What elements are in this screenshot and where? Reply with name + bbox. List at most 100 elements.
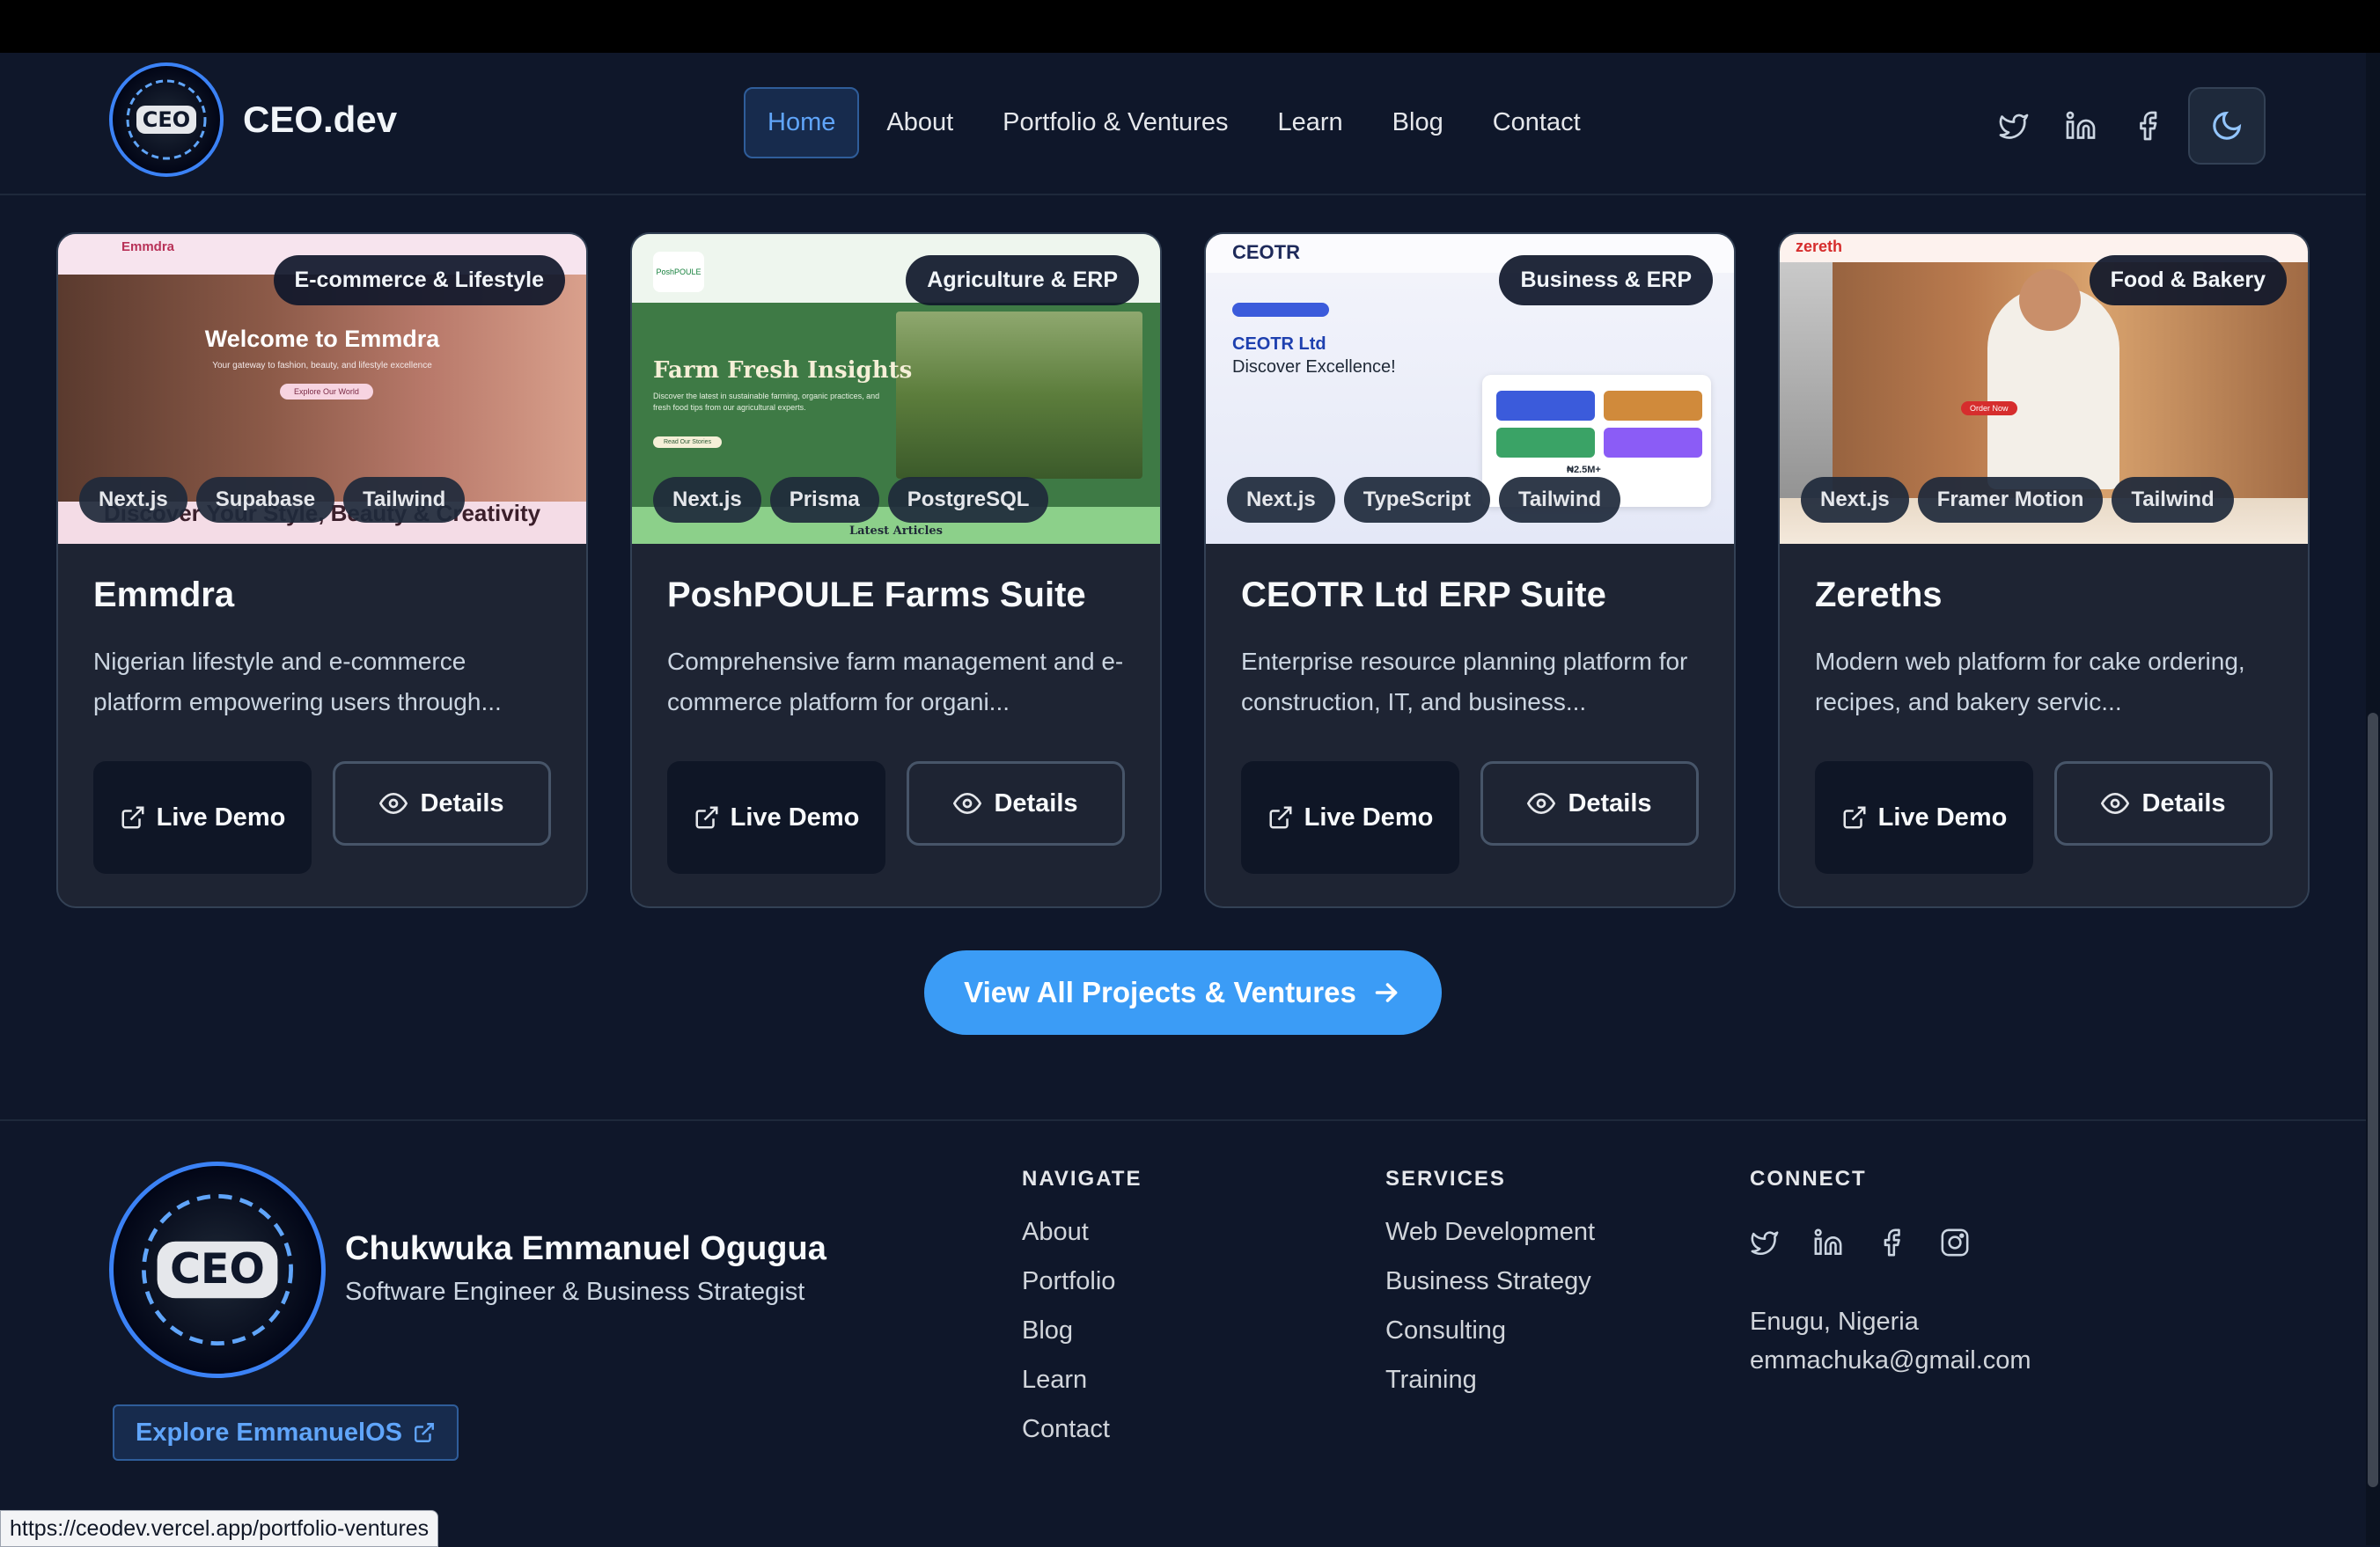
scrollbar-thumb[interactable] bbox=[2368, 713, 2378, 1487]
footer-link-learn[interactable]: Learn bbox=[1022, 1366, 1142, 1415]
footer-logo: CEO bbox=[109, 1162, 326, 1378]
project-title: PoshPOULE Farms Suite bbox=[667, 576, 1086, 614]
footer-heading: SERVICES bbox=[1385, 1167, 1506, 1191]
browser-top-bar bbox=[0, 0, 2380, 53]
project-card-zereths: zereth Order Now Food & Bakery Next.js F… bbox=[1778, 232, 2310, 908]
footer-social-links bbox=[1750, 1218, 2031, 1267]
explore-emmanuelos-link[interactable]: Explore EmmanuelOS bbox=[113, 1404, 459, 1461]
site-header: CEO CEO.dev Home About Portfolio & Ventu… bbox=[0, 53, 2366, 195]
tech-chip: Tailwind bbox=[1498, 477, 1621, 523]
thumb-brand: PoshPOULE bbox=[653, 252, 704, 292]
project-thumbnail[interactable]: PoshPOULE Farm Fresh Insights Discover t… bbox=[632, 234, 1160, 544]
details-label: Details bbox=[1568, 788, 1652, 817]
facebook-icon[interactable] bbox=[1877, 1218, 1940, 1267]
instagram-icon[interactable] bbox=[1940, 1218, 2003, 1267]
project-thumbnail[interactable]: Emmdra Welcome to Emmdra Your gateway to… bbox=[58, 234, 586, 544]
tech-stack: Next.js Framer Motion Tailwind bbox=[1801, 477, 2243, 523]
thumb-heading: Farm Fresh Insights bbox=[653, 357, 913, 384]
external-link-icon bbox=[121, 806, 144, 829]
details-button[interactable]: Details bbox=[2054, 761, 2273, 846]
linkedin-icon[interactable] bbox=[2047, 91, 2114, 161]
footer-link-contact[interactable]: Contact bbox=[1022, 1415, 1142, 1464]
details-label: Details bbox=[994, 788, 1078, 817]
live-demo-button[interactable]: Live Demo bbox=[1815, 761, 2033, 874]
details-label: Details bbox=[420, 788, 504, 817]
project-card-poshpoule: PoshPOULE Farm Fresh Insights Discover t… bbox=[630, 232, 1162, 908]
footer-connect: CONNECT Enugu, Nigeria emmachuka@gmail.c… bbox=[1750, 1167, 2031, 1380]
facebook-icon[interactable] bbox=[2114, 91, 2181, 161]
thumb-sub: Your gateway to fashion, beauty, and lif… bbox=[212, 361, 432, 370]
details-button[interactable]: Details bbox=[907, 761, 1125, 846]
thumb-heading: CEOTR Ltd bbox=[1232, 334, 1326, 354]
twitter-icon[interactable] bbox=[1750, 1218, 1813, 1267]
twitter-icon[interactable] bbox=[1980, 91, 2047, 161]
category-badge: Business & ERP bbox=[1499, 255, 1713, 305]
moon-icon bbox=[2213, 111, 2242, 140]
brand-logo[interactable]: CEO bbox=[109, 62, 224, 177]
live-demo-label: Live Demo bbox=[730, 803, 860, 832]
live-demo-label: Live Demo bbox=[1304, 803, 1434, 832]
footer-link-portfolio[interactable]: Portfolio bbox=[1022, 1267, 1142, 1316]
details-button[interactable]: Details bbox=[333, 761, 551, 846]
live-demo-label: Live Demo bbox=[156, 803, 286, 832]
category-badge: E-commerce & Lifestyle bbox=[273, 255, 565, 305]
external-link-icon bbox=[415, 1423, 434, 1442]
link-preview-status: https://ceodev.vercel.app/portfolio-vent… bbox=[0, 1510, 439, 1547]
tech-chip: Next.js bbox=[79, 477, 187, 523]
tech-chip: Supabase bbox=[195, 477, 335, 523]
project-title: Emmdra bbox=[93, 576, 235, 614]
live-demo-button[interactable]: Live Demo bbox=[1241, 761, 1459, 874]
project-thumbnail[interactable]: CEOTR CEOTR Ltd Discover Excellence! ₦2.… bbox=[1206, 234, 1734, 544]
ceo-logo-icon: CEO bbox=[142, 1194, 293, 1345]
site-footer: CEO Chukwuka Emmanuel Ogugua Software En… bbox=[0, 1119, 2366, 1547]
tech-chip: Framer Motion bbox=[1917, 477, 2104, 523]
thumb-cta: Explore Our World bbox=[280, 384, 373, 400]
live-demo-label: Live Demo bbox=[1877, 803, 2008, 832]
thumb-sub: Discover Excellence! bbox=[1232, 357, 1396, 377]
arrow-right-icon bbox=[1375, 983, 1398, 1002]
view-all-projects-button[interactable]: View All Projects & Ventures bbox=[924, 950, 1442, 1035]
thumb-sub: Discover the latest in sustainable farmi… bbox=[653, 392, 880, 412]
live-demo-button[interactable]: Live Demo bbox=[93, 761, 312, 874]
linkedin-icon[interactable] bbox=[1813, 1218, 1877, 1267]
eye-icon bbox=[953, 792, 982, 815]
nav-about[interactable]: About bbox=[864, 89, 975, 157]
nav-blog[interactable]: Blog bbox=[1370, 89, 1465, 157]
live-demo-button[interactable]: Live Demo bbox=[667, 761, 885, 874]
footer-service-web-development[interactable]: Web Development bbox=[1385, 1218, 1595, 1267]
footer-link-blog[interactable]: Blog bbox=[1022, 1316, 1142, 1366]
footer-owner-role: Software Engineer & Business Strategist bbox=[345, 1278, 805, 1306]
thumb-brand: CEOTR bbox=[1232, 241, 1300, 263]
main-nav: Home About Portfolio & Ventures Learn Bl… bbox=[744, 87, 1608, 158]
external-link-icon bbox=[1269, 806, 1292, 829]
project-title: CEOTR Ltd ERP Suite bbox=[1241, 576, 1606, 614]
nav-learn[interactable]: Learn bbox=[1255, 89, 1364, 157]
details-label: Details bbox=[2141, 788, 2226, 817]
footer-service-business-strategy[interactable]: Business Strategy bbox=[1385, 1267, 1595, 1316]
footer-service-training[interactable]: Training bbox=[1385, 1366, 1595, 1415]
theme-toggle-button[interactable] bbox=[2188, 87, 2266, 165]
nav-home[interactable]: Home bbox=[744, 87, 860, 158]
svg-text:CEO: CEO bbox=[170, 1245, 265, 1294]
thumb-cta: Order Now bbox=[1961, 401, 2017, 415]
nav-portfolio-ventures[interactable]: Portfolio & Ventures bbox=[981, 89, 1250, 157]
details-button[interactable]: Details bbox=[1480, 761, 1699, 846]
thumb-heading: Welcome to Emmdra bbox=[204, 326, 440, 352]
project-thumbnail[interactable]: zereth Order Now Food & Bakery Next.js F… bbox=[1780, 234, 2308, 544]
tech-chip: Tailwind bbox=[2112, 477, 2234, 523]
ceo-logo-icon: CEO bbox=[126, 79, 207, 160]
footer-service-consulting[interactable]: Consulting bbox=[1385, 1316, 1595, 1366]
brand[interactable]: CEO CEO.dev bbox=[109, 62, 397, 177]
tech-chip: Next.js bbox=[1801, 477, 1909, 523]
footer-location: Enugu, Nigeria bbox=[1750, 1308, 1919, 1336]
footer-email[interactable]: emmachuka@gmail.com bbox=[1750, 1341, 2031, 1380]
project-description: Comprehensive farm management and e-comm… bbox=[667, 648, 1124, 715]
tech-chip: Tailwind bbox=[343, 477, 466, 523]
thumb-footer: ₦2.5M+ bbox=[1567, 465, 1601, 475]
nav-contact[interactable]: Contact bbox=[1471, 89, 1603, 157]
brand-name[interactable]: CEO.dev bbox=[243, 99, 397, 141]
footer-link-about[interactable]: About bbox=[1022, 1218, 1142, 1267]
thumb-brand: Emmdra bbox=[121, 239, 175, 254]
external-link-icon bbox=[695, 806, 718, 829]
tech-stack: Next.js TypeScript Tailwind bbox=[1227, 477, 1629, 523]
